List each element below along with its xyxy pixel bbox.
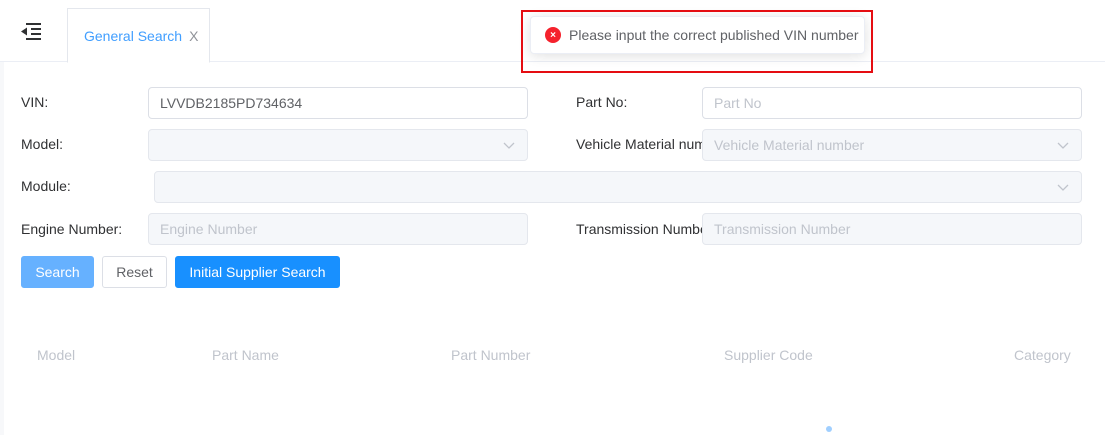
transmission-number-label: Transmission Number [576, 221, 702, 237]
close-tab-icon[interactable]: X [189, 29, 198, 43]
column-header-part-name: Part Name [212, 347, 279, 363]
model-label: Model: [21, 136, 64, 152]
reset-button[interactable]: Reset [102, 256, 167, 288]
transmission-number-field[interactable] [702, 213, 1082, 245]
chevron-down-icon [1057, 184, 1069, 191]
error-circle-icon: × [545, 27, 561, 43]
chevron-down-icon [503, 142, 515, 149]
vin-label: VIN: [21, 94, 49, 110]
chevron-down-icon [1057, 142, 1069, 149]
column-header-model: Model [37, 347, 76, 363]
column-header-part-number: Part Number [451, 347, 531, 363]
initial-supplier-search-button[interactable]: Initial Supplier Search [175, 256, 340, 288]
model-select[interactable] [148, 129, 528, 161]
column-header-supplier-code: Supplier Code [724, 347, 813, 363]
vin-field[interactable] [148, 87, 528, 119]
error-message-text: Please input the correct published VIN n… [569, 27, 859, 43]
error-message: × Please input the correct published VIN… [530, 16, 865, 54]
sidebar-edge [0, 62, 4, 435]
engine-number-label: Engine Number: [21, 221, 123, 237]
engine-number-input[interactable] [160, 221, 516, 237]
menu-collapse-icon[interactable] [20, 22, 42, 40]
loading-indicator [826, 426, 832, 432]
engine-number-field[interactable] [148, 213, 528, 245]
part-no-input[interactable] [714, 95, 1070, 111]
module-select[interactable] [154, 171, 1082, 203]
module-label: Module: [21, 178, 71, 194]
vehicle-material-number-select[interactable]: Vehicle Material number [702, 129, 1082, 161]
part-no-field[interactable] [702, 87, 1082, 119]
part-no-label: Part No: [576, 94, 628, 110]
search-button[interactable]: Search [21, 256, 94, 288]
tab-general-search[interactable]: General Search X [67, 8, 210, 63]
vin-input[interactable] [160, 95, 516, 111]
transmission-number-input[interactable] [714, 221, 1070, 237]
vehicle-material-number-placeholder: Vehicle Material number [714, 137, 865, 153]
column-header-category: Category [1014, 347, 1071, 363]
vehicle-material-number-label: Vehicle Material number [576, 136, 702, 152]
tab-label: General Search [84, 27, 183, 44]
